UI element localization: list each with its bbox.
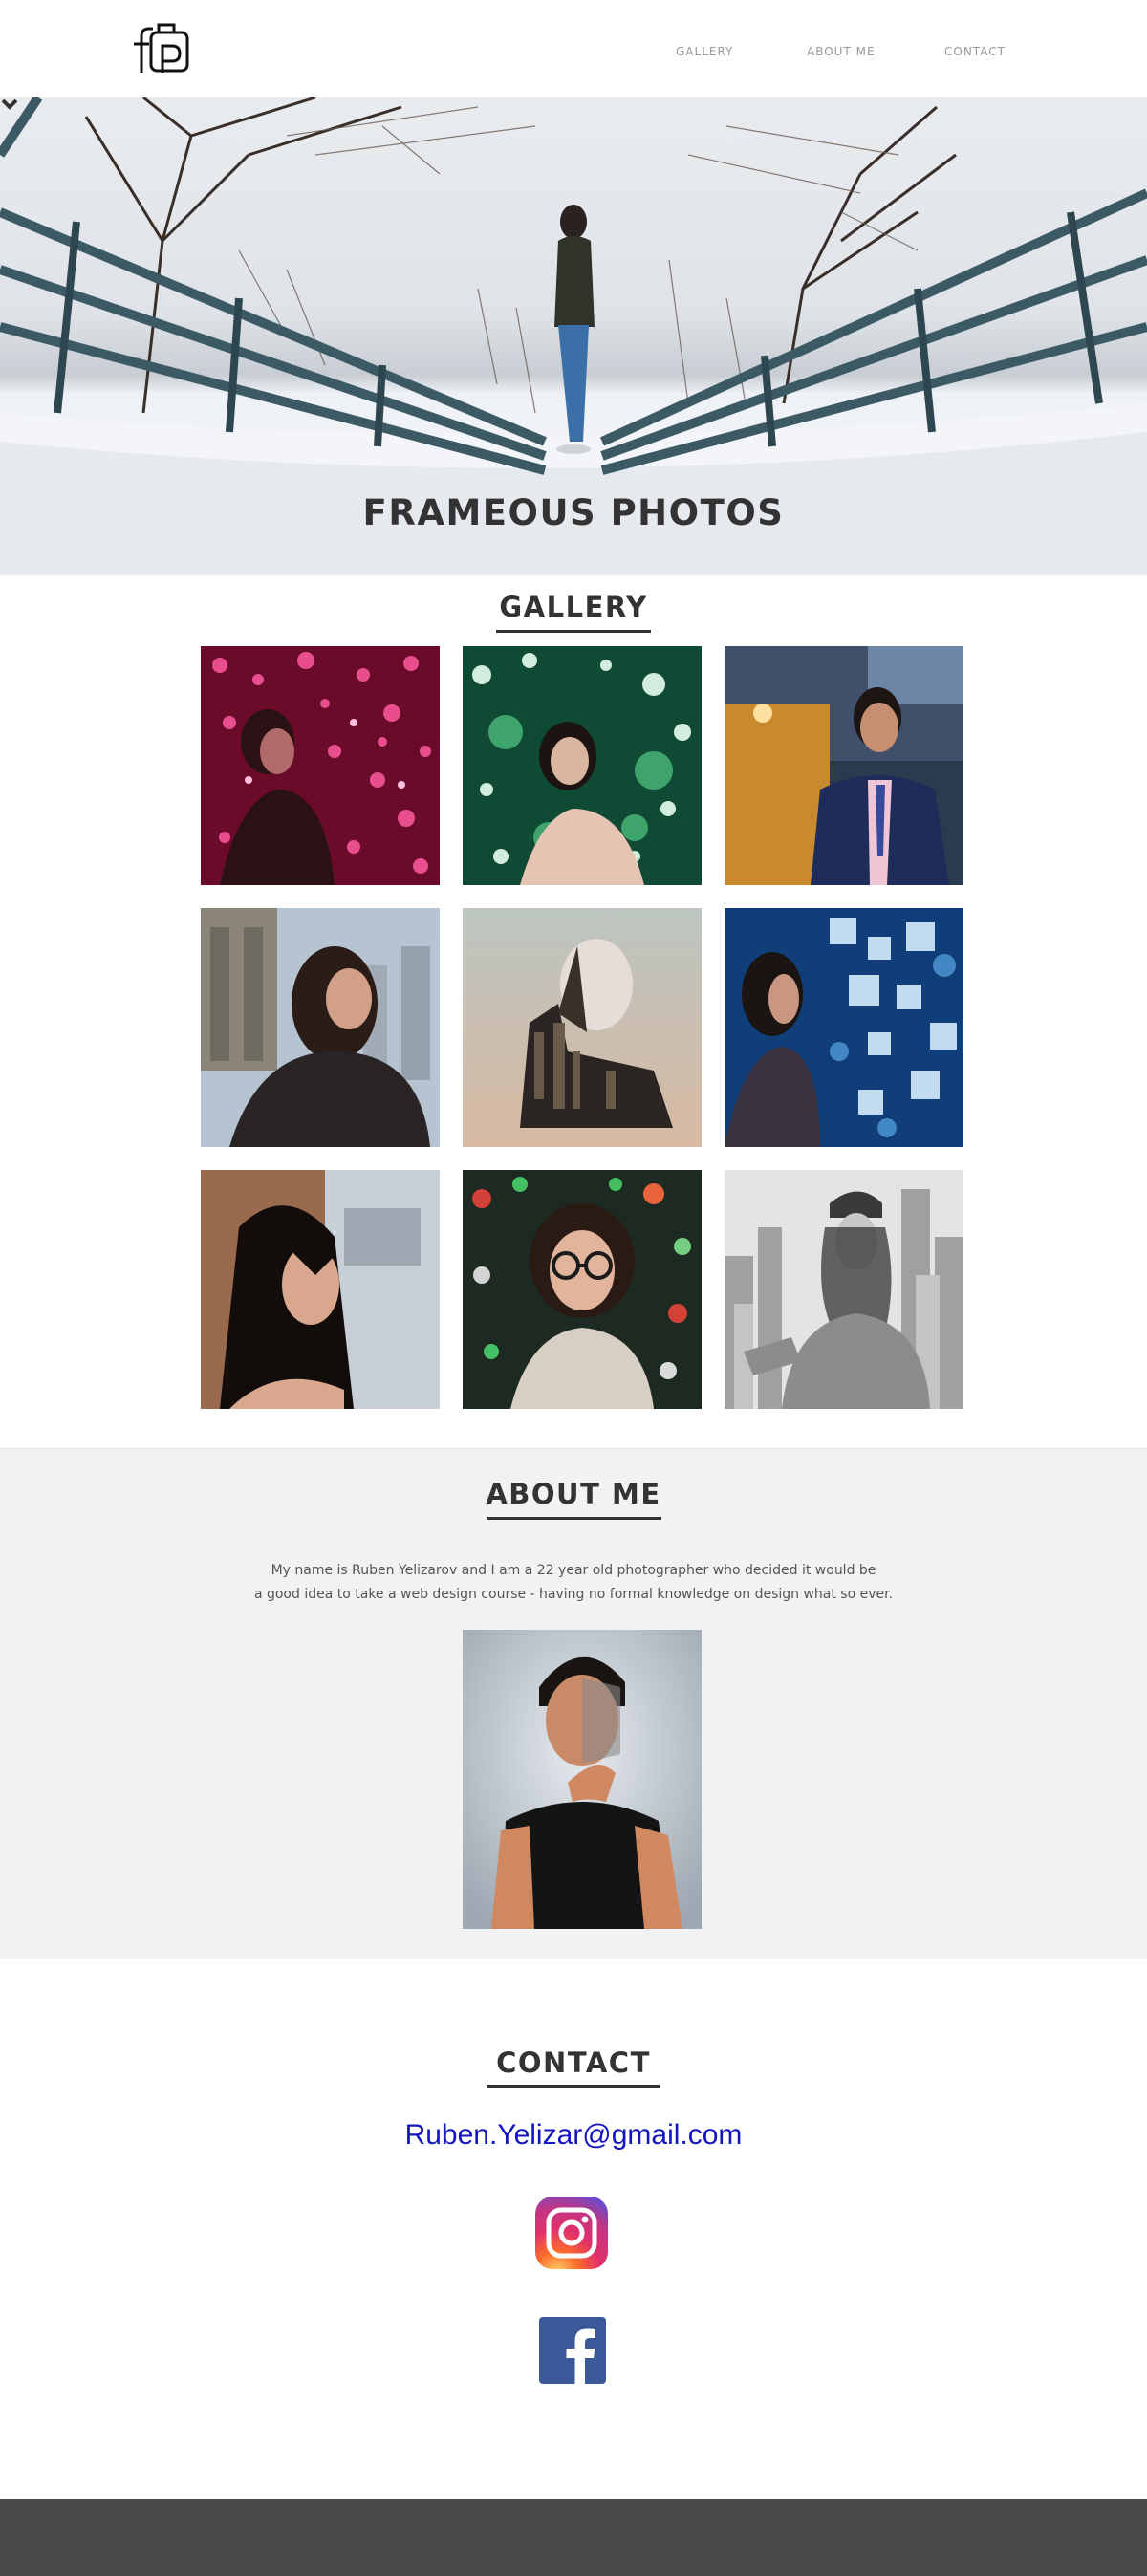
gallery-photo-3[interactable] [725,646,963,885]
gallery-photo-4[interactable] [201,908,440,1147]
gallery-photo-1[interactable] [201,646,440,885]
gallery-photo-8[interactable] [463,1170,702,1409]
site-footer [0,2499,1147,2576]
nav-contact[interactable]: CONTACT [944,45,1006,58]
nav-gallery[interactable]: GALLERY [676,45,733,58]
site-header: GALLERY ABOUT ME CONTACT [0,0,1147,97]
gallery-title: GALLERY [499,591,648,623]
gallery-photo-9[interactable] [725,1170,963,1409]
hero-title: FRAMEOUS PHOTOS [362,492,785,533]
about-text-line-1: My name is Ruben Yelizarov and I am a 22… [271,1563,876,1578]
hero-banner: FRAMEOUS PHOTOS [0,97,1147,575]
instagram-icon[interactable] [534,2196,609,2270]
gallery-photo-7[interactable] [201,1170,440,1409]
chevron-down-icon[interactable] [0,97,19,111]
contact-email-link[interactable]: Ruben.Yelizar@gmail.com [0,2119,1147,2152]
contact-title: CONTACT [496,2046,651,2079]
about-portrait-photo [463,1630,702,1929]
gallery-photo-6[interactable] [725,908,963,1147]
camera-logo-icon[interactable] [132,23,191,75]
gallery-title-underline [496,630,651,633]
about-title: ABOUT ME [486,1478,661,1510]
nav-about-me[interactable]: ABOUT ME [807,45,876,58]
facebook-icon[interactable] [539,2317,606,2384]
contact-title-underline [487,2085,660,2088]
about-section: ABOUT ME My name is Ruben Yelizarov and … [0,1448,1147,1959]
about-title-underline [487,1517,661,1520]
gallery-photo-5[interactable] [463,908,702,1147]
gallery-photo-2[interactable] [463,646,702,885]
about-text-line-2: a good idea to take a web design course … [253,1587,894,1602]
